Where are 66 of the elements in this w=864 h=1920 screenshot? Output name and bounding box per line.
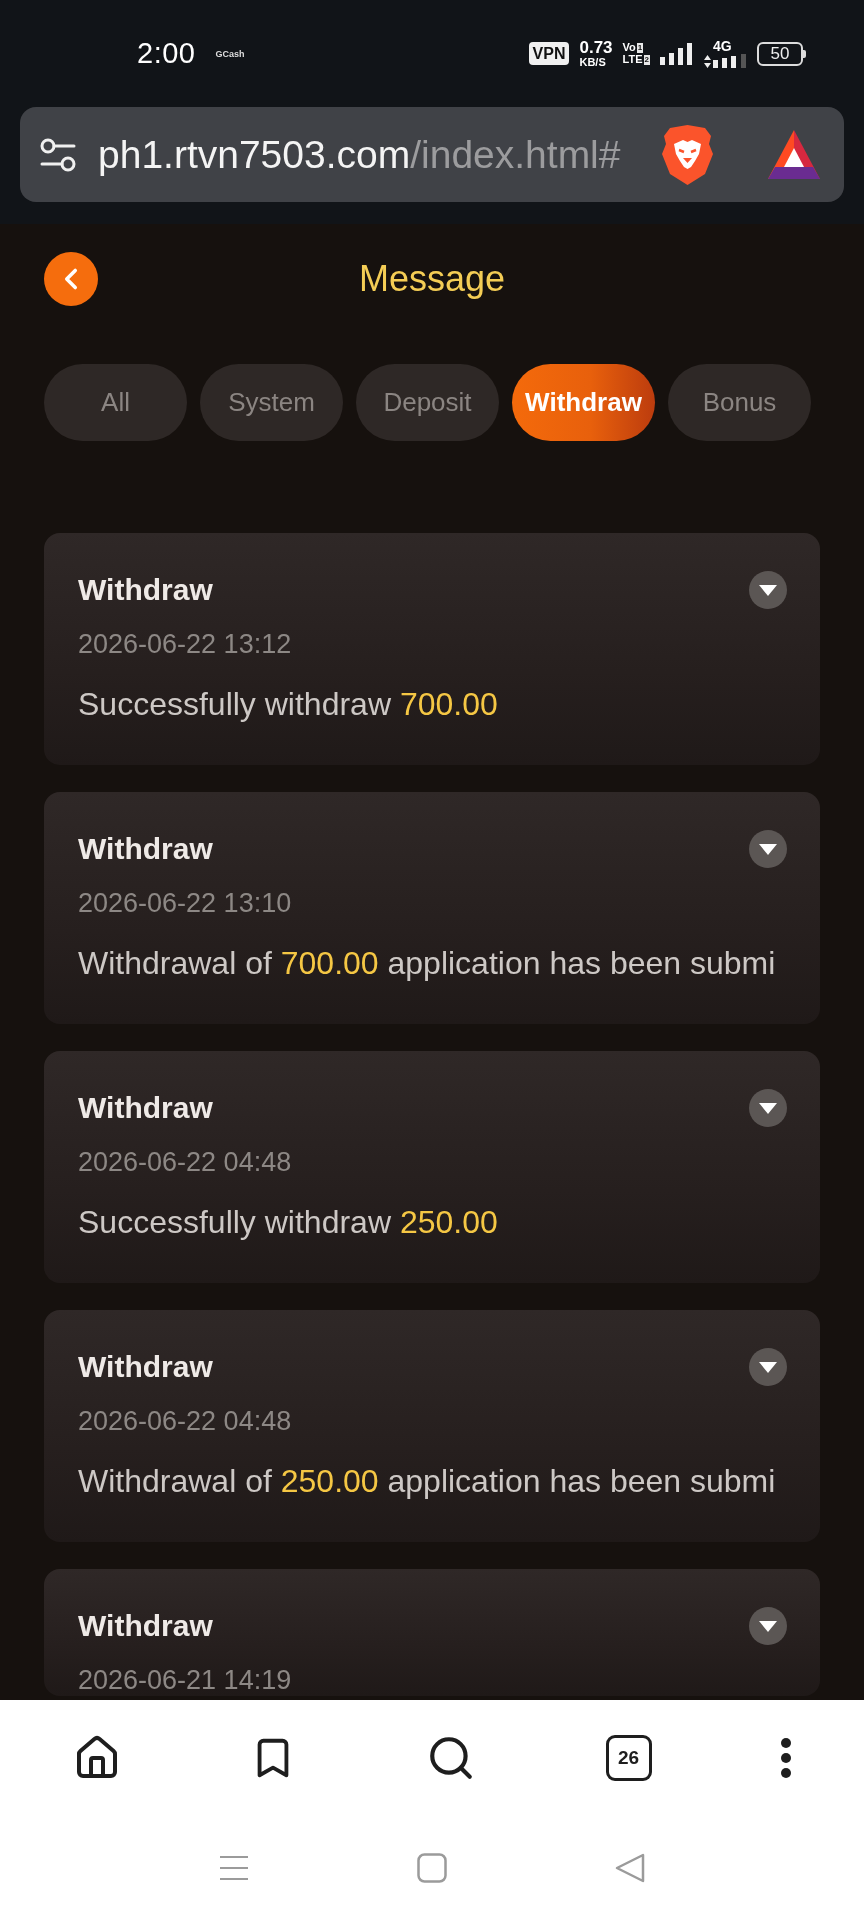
message-title: Withdraw (78, 1608, 213, 1644)
caret-down-icon (759, 1620, 777, 1632)
sim-badge: 2 (643, 54, 650, 65)
tab-count-button[interactable]: 26 (605, 1735, 652, 1781)
nav-home-button[interactable] (417, 1853, 447, 1883)
rewards-button[interactable] (766, 128, 822, 181)
expand-toggle-button[interactable] (749, 1089, 787, 1127)
vpn-badge: VPN (528, 42, 570, 65)
caret-down-icon (759, 584, 777, 596)
message-title: Withdraw (78, 1090, 213, 1126)
network-speed-text: 0.73 (579, 39, 613, 56)
message-text: Withdrawal of 250.00 application has been submi (78, 1463, 776, 1499)
sliders-icon (40, 136, 76, 173)
triangle-icon (766, 128, 822, 181)
filter-tab[interactable]: All (44, 364, 187, 441)
notification-text: GCash (215, 48, 245, 59)
caret-down-icon (759, 843, 777, 855)
back-button[interactable] (44, 252, 98, 306)
expand-toggle-button[interactable] (749, 1607, 787, 1645)
address-bar[interactable]: ph1.rtvn7503.com/index.html# (20, 107, 844, 202)
message-text: Successfully withdraw 250.00 (78, 1204, 498, 1240)
message-card[interactable]: Withdraw 2026-06-22 04:48 Withdrawal of 250.00 application has been submi (44, 1310, 820, 1542)
message-card[interactable]: Withdraw 2026-06-22 04:48 Successfully withdraw 250.00 (44, 1051, 820, 1283)
message-date: 2026-06-22 04:48 (78, 1405, 292, 1437)
expand-toggle-button[interactable] (749, 571, 787, 609)
shields-button[interactable] (659, 123, 716, 186)
message-card[interactable]: Withdraw 2026-06-22 13:10 Withdrawal of 700.00 application has been submi (44, 792, 820, 1024)
message-date: 2026-06-22 04:48 (78, 1146, 292, 1178)
nav-menu-button[interactable] (219, 1855, 249, 1881)
network-type-text: 4G (713, 39, 732, 53)
page-title: Message (358, 258, 506, 300)
back-triangle-icon (615, 1853, 645, 1883)
filter-tab[interactable]: Bonus (668, 364, 811, 441)
message-text: Successfully withdraw 700.00 (78, 686, 498, 722)
message-title: Withdraw (78, 1349, 213, 1385)
message-card[interactable]: Withdraw 2026-06-21 14:19 (44, 1569, 820, 1696)
more-vertical-icon (781, 1738, 792, 1778)
speed-unit-text: KB/S (579, 57, 606, 68)
lion-shield-icon (659, 123, 716, 186)
message-date: 2026-06-21 14:19 (78, 1664, 292, 1696)
message-date: 2026-06-22 13:12 (78, 628, 292, 660)
expand-toggle-button[interactable] (749, 1348, 787, 1386)
lte-text: LTE (622, 54, 643, 65)
message-text: Withdrawal of 700.00 application has been submi (78, 945, 776, 981)
battery-level-text: 50 (757, 41, 803, 66)
volte-text: Vo (622, 42, 636, 53)
clock-time: 2:00 (137, 37, 196, 70)
message-title: Withdraw (78, 831, 213, 867)
filter-tab[interactable]: System (200, 364, 343, 441)
caret-down-icon (759, 1102, 777, 1114)
more-button[interactable] (781, 1738, 792, 1778)
signal-icon (713, 54, 747, 68)
nav-back-button[interactable] (615, 1853, 645, 1883)
message-title: Withdraw (78, 572, 213, 608)
filter-tab[interactable]: Deposit (356, 364, 499, 441)
message-card[interactable]: Withdraw 2026-06-22 13:12 Successfully withdraw 700.00 (44, 533, 820, 765)
menu-icon (219, 1855, 249, 1881)
message-date: 2026-06-22 13:10 (78, 887, 292, 919)
data-arrows-icon (704, 55, 711, 68)
caret-down-icon (759, 1361, 777, 1373)
url-text[interactable]: ph1.rtvn7503.com/index.html# (98, 132, 621, 177)
expand-toggle-button[interactable] (749, 830, 787, 868)
site-settings-button[interactable] (40, 136, 76, 173)
signal-icon (660, 42, 694, 65)
square-icon (417, 1853, 447, 1883)
sim-badge: 1 (636, 42, 644, 53)
